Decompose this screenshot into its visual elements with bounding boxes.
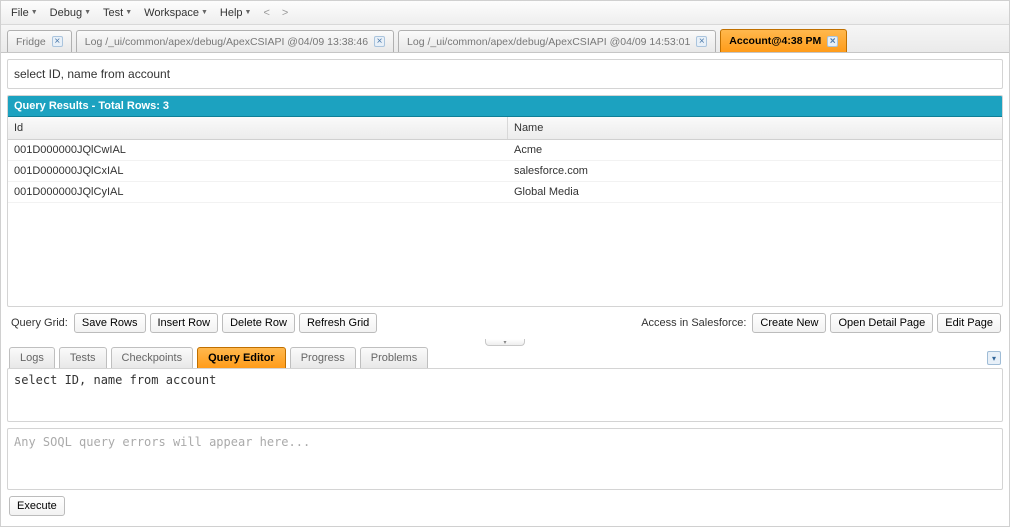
- results-column-header: Id Name: [8, 117, 1002, 140]
- menu-label: Help: [220, 7, 243, 19]
- nav-forward-icon[interactable]: >: [276, 7, 294, 19]
- dropdown-caret-icon: ▼: [245, 9, 252, 16]
- column-header-id[interactable]: Id: [8, 117, 508, 139]
- dropdown-caret-icon: ▼: [201, 9, 208, 16]
- results-panel: Query Results - Total Rows: 3 Id Name 00…: [7, 95, 1003, 307]
- execute-button[interactable]: Execute: [9, 496, 65, 516]
- main-menubar: File▼Debug▼Test▼Workspace▼Help▼ < >: [1, 1, 1009, 25]
- document-tab[interactable]: Log /_ui/common/apex/debug/ApexCSIAPI @0…: [76, 30, 394, 52]
- delete-row-button[interactable]: Delete Row: [222, 313, 295, 333]
- results-grid: 001D000000JQlCwIALAcme001D000000JQlCxIAL…: [8, 140, 1002, 306]
- split-grip-icon[interactable]: ▾: [485, 339, 525, 346]
- bottom-tab-logs[interactable]: Logs: [9, 347, 55, 369]
- cell-name: salesforce.com: [508, 161, 1002, 181]
- cell-id: 001D000000JQlCyIAL: [8, 182, 508, 202]
- menu-debug[interactable]: Debug▼: [44, 2, 97, 24]
- close-icon[interactable]: ×: [696, 36, 707, 47]
- close-icon[interactable]: ×: [827, 36, 838, 47]
- column-header-name[interactable]: Name: [508, 117, 1002, 139]
- bottom-tab-tests[interactable]: Tests: [59, 347, 107, 369]
- document-tab[interactable]: Fridge ×: [7, 30, 72, 52]
- table-row[interactable]: 001D000000JQlCyIALGlobal Media: [8, 182, 1002, 203]
- menu-label: Workspace: [144, 7, 199, 19]
- cell-name: Acme: [508, 140, 1002, 160]
- access-in-salesforce-label: Access in Salesforce:: [639, 317, 748, 329]
- insert-row-button[interactable]: Insert Row: [150, 313, 219, 333]
- split-handle[interactable]: ▾: [7, 339, 1003, 347]
- menu-label: Test: [103, 7, 123, 19]
- bottom-tab-problems[interactable]: Problems: [360, 347, 428, 369]
- menu-file[interactable]: File▼: [5, 2, 44, 24]
- close-icon[interactable]: ×: [374, 36, 385, 47]
- menu-label: File: [11, 7, 29, 19]
- cell-name: Global Media: [508, 182, 1002, 202]
- menu-label: Debug: [50, 7, 82, 19]
- tab-label: Log /_ui/common/apex/debug/ApexCSIAPI @0…: [85, 36, 368, 48]
- document-tab[interactable]: Account@4:38 PM ×: [720, 29, 847, 52]
- table-row[interactable]: 001D000000JQlCwIALAcme: [8, 140, 1002, 161]
- bottom-tabs-overflow-icon[interactable]: ▾: [987, 351, 1001, 365]
- save-rows-button[interactable]: Save Rows: [74, 313, 146, 333]
- dropdown-caret-icon: ▼: [125, 9, 132, 16]
- document-tab[interactable]: Log /_ui/common/apex/debug/ApexCSIAPI @0…: [398, 30, 716, 52]
- bottom-tab-checkpoints[interactable]: Checkpoints: [111, 347, 194, 369]
- open-detail-page-button[interactable]: Open Detail Page: [830, 313, 933, 333]
- nav-back-icon[interactable]: <: [257, 7, 275, 19]
- menu-help[interactable]: Help▼: [214, 2, 258, 24]
- tab-label: Log /_ui/common/apex/debug/ApexCSIAPI @0…: [407, 36, 690, 48]
- bottom-tabbar: LogsTestsCheckpointsQuery EditorProgress…: [7, 347, 1003, 369]
- close-icon[interactable]: ×: [52, 36, 63, 47]
- menu-test[interactable]: Test▼: [97, 2, 138, 24]
- tab-label: Fridge: [16, 36, 46, 48]
- cell-id: 001D000000JQlCxIAL: [8, 161, 508, 181]
- dropdown-caret-icon: ▼: [31, 9, 38, 16]
- query-grid-toolbar: Query Grid: Save Rows Insert Row Delete …: [7, 307, 1003, 339]
- query-grid-label: Query Grid:: [9, 317, 70, 329]
- query-error-pane: Any SOQL query errors will appear here..…: [7, 428, 1003, 490]
- menu-workspace[interactable]: Workspace▼: [138, 2, 214, 24]
- results-header: Query Results - Total Rows: 3: [8, 96, 1002, 117]
- query-display-text: select ID, name from account: [14, 67, 170, 81]
- document-tabbar: Fridge × Log /_ui/common/apex/debug/ApexCS…: [1, 25, 1009, 53]
- bottom-tab-progress[interactable]: Progress: [290, 347, 356, 369]
- refresh-grid-button[interactable]: Refresh Grid: [299, 313, 377, 333]
- table-row[interactable]: 001D000000JQlCxIALsalesforce.com: [8, 161, 1002, 182]
- edit-page-button[interactable]: Edit Page: [937, 313, 1001, 333]
- tab-label: Account@4:38 PM: [729, 35, 821, 47]
- query-display: select ID, name from account: [7, 59, 1003, 89]
- cell-id: 001D000000JQlCwIAL: [8, 140, 508, 160]
- dropdown-caret-icon: ▼: [84, 9, 91, 16]
- bottom-tab-query-editor[interactable]: Query Editor: [197, 347, 286, 369]
- create-new-button[interactable]: Create New: [752, 313, 826, 333]
- query-editor-textarea[interactable]: select ID, name from account: [7, 368, 1003, 422]
